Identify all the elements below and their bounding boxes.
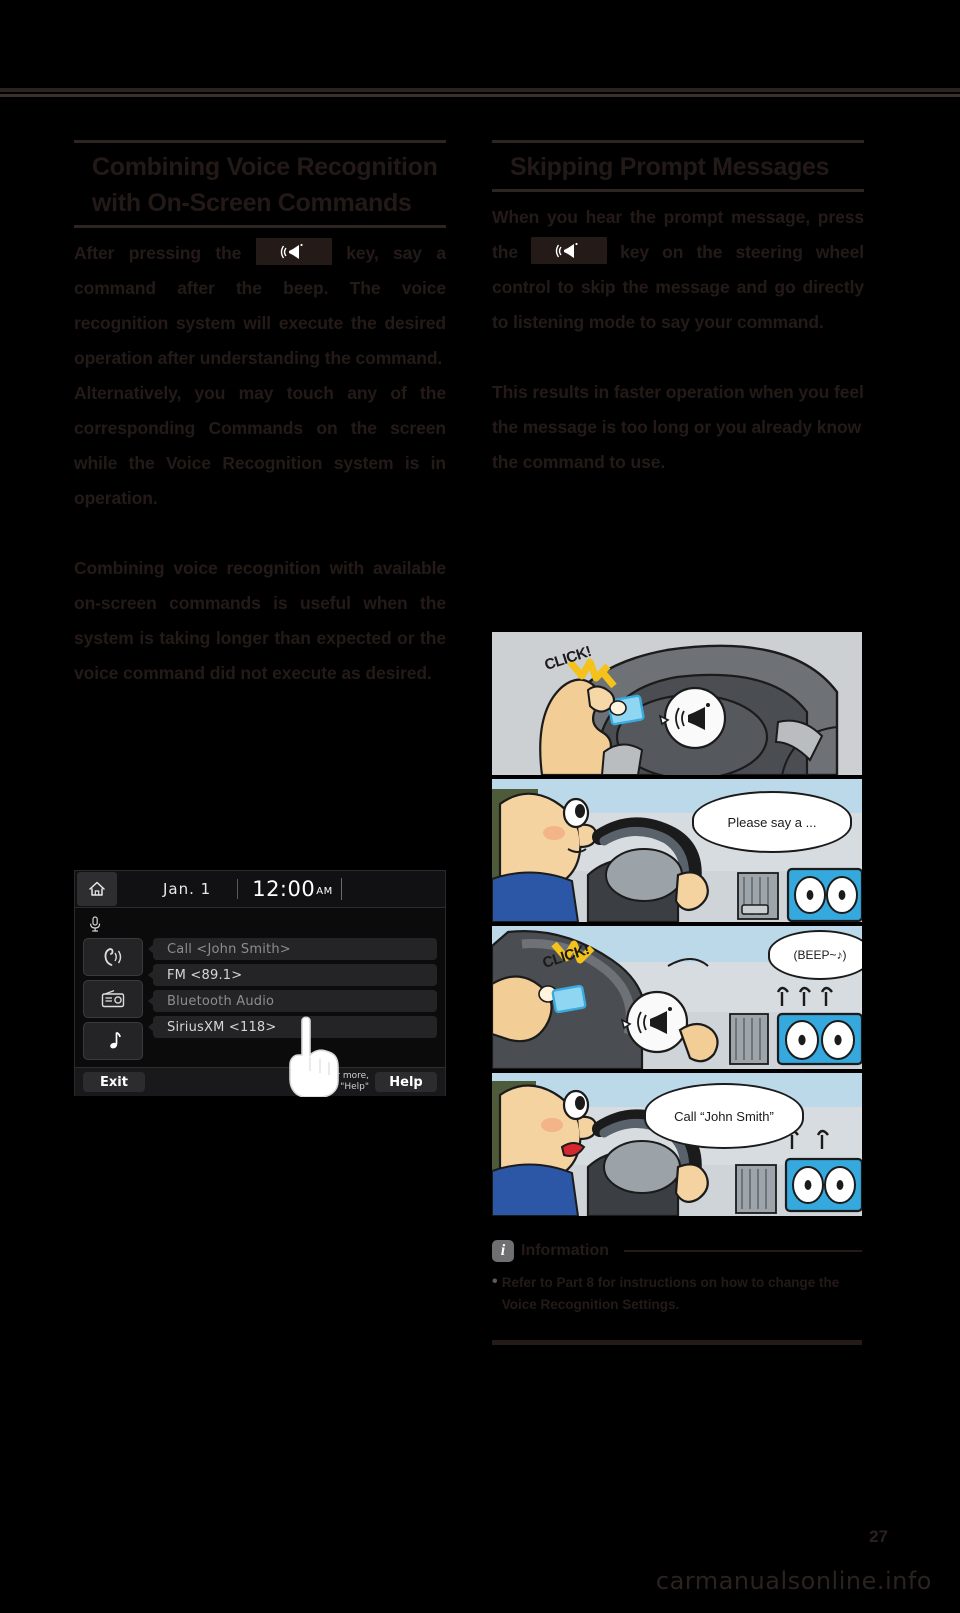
help-hint-line2: say "Help"	[321, 1082, 369, 1092]
category-phone-tile[interactable]	[83, 938, 143, 976]
right-paragraph-2: This results in faster operation when yo…	[492, 382, 864, 472]
phone-call-icon	[104, 948, 122, 966]
comic-panel-3: CLICK! (BEEP~♪)	[492, 926, 862, 1073]
info-icon: i	[492, 1240, 514, 1262]
left-p1-before: After pressing the	[74, 243, 242, 263]
right-section-title: Skipping Prompt Messages	[510, 153, 830, 181]
comic-panel-4: Call “John Smith”	[492, 1073, 862, 1216]
information-text: Refer to Part 8 for instructions on how …	[501, 1275, 840, 1312]
command-label: FM <89.1>	[167, 967, 243, 983]
radio-icon	[101, 989, 125, 1008]
right-heading-block: Skipping Prompt Messages	[492, 140, 864, 192]
help-hint-line1: For more,	[325, 1071, 369, 1081]
home-icon	[89, 881, 105, 896]
command-row-fm[interactable]: FM <89.1>	[148, 964, 437, 986]
manual-page: Combining Voice Recognition with On-Scre…	[0, 0, 960, 1613]
left-paragraph-3: Combining voice recognition with availab…	[74, 558, 446, 683]
page-rule-upper	[0, 88, 960, 92]
home-button[interactable]	[77, 872, 117, 906]
left-heading-block: Combining Voice Recognition with On-Scre…	[74, 140, 446, 228]
command-label: Bluetooth Audio	[167, 993, 275, 1009]
status-divider	[237, 879, 239, 899]
microphone-icon	[90, 916, 101, 932]
music-note-icon	[110, 1031, 121, 1049]
category-radio-tile[interactable]	[83, 980, 143, 1018]
command-label: SiriusXM <118>	[167, 1019, 277, 1035]
information-bullet: •	[492, 1273, 498, 1290]
screen-time-ampm: AM	[316, 886, 333, 897]
comic-panel-2: Please say a ...	[492, 779, 862, 926]
command-row-call[interactable]: Call <John Smith>	[148, 938, 437, 960]
comic-speech-bubble: Please say a ...	[692, 791, 852, 853]
command-grid: Call <John Smith> FM <89.1> Bluetooth Au…	[83, 938, 437, 1060]
comic-speech-bubble: Call “John Smith”	[644, 1083, 804, 1149]
help-hint-text: For more, say "Help"	[145, 1071, 375, 1093]
voice-recognition-key-icon	[531, 237, 608, 264]
category-music-tile[interactable]	[83, 1022, 143, 1060]
heading-rule-bottom	[492, 189, 864, 192]
screen-time-value: 12:00	[252, 877, 316, 901]
screen-status-bar: Jan. 1 12:00AM	[75, 871, 445, 908]
left-paragraph-2: Alternatively, you may touch any of the …	[74, 383, 446, 508]
heading-rule-bottom	[74, 225, 446, 228]
information-header: i Information	[492, 1240, 862, 1262]
panel-1-art	[492, 632, 862, 775]
comic-speech-bubble: (BEEP~♪)	[768, 930, 862, 980]
command-row-bluetooth[interactable]: Bluetooth Audio	[148, 990, 437, 1012]
command-row-siriusxm[interactable]: SiriusXM <118>	[148, 1016, 437, 1038]
screen-action-bar: Exit For more, say "Help" Help	[75, 1067, 445, 1096]
command-list: Call <John Smith> FM <89.1> Bluetooth Au…	[148, 938, 437, 1060]
screen-time: 12:00AM	[252, 877, 333, 901]
page-top-band	[0, 0, 960, 88]
information-bottom-rule	[492, 1340, 862, 1345]
help-button-label: Help	[389, 1074, 423, 1090]
information-header-rule	[624, 1250, 862, 1252]
left-section-title: Combining Voice Recognition with On-Scre…	[92, 153, 438, 217]
category-icon-column	[83, 938, 143, 1060]
command-label: Call <John Smith>	[167, 941, 291, 957]
mic-row	[83, 914, 437, 934]
information-title: Information	[521, 1242, 609, 1259]
exit-button-label: Exit	[100, 1074, 128, 1090]
screen-content: Call <John Smith> FM <89.1> Bluetooth Au…	[75, 908, 445, 1096]
information-item: • Refer to Part 8 for instructions on ho…	[492, 1272, 862, 1316]
screen-date: Jan. 1	[163, 880, 212, 898]
infotainment-screen: Jan. 1 12:00AM Call <John Smith> FM <89.…	[74, 870, 446, 1097]
comic-panel-1: CLICK!	[492, 632, 862, 779]
site-watermark: carmanualsonline.info	[655, 1567, 932, 1595]
right-column: Skipping Prompt Messages When you hear t…	[492, 140, 864, 480]
left-paragraph-1: After pressing the key, say a command af…	[74, 236, 446, 376]
page-number: 27	[869, 1527, 888, 1546]
voice-recognition-key-icon	[255, 238, 332, 265]
right-paragraph-1: When you hear the prompt message, press …	[492, 200, 864, 340]
status-caret	[340, 878, 342, 900]
left-column: Combining Voice Recognition with On-Scre…	[74, 140, 446, 691]
information-box: i Information • Refer to Part 8 for inst…	[492, 1240, 862, 1316]
exit-button[interactable]: Exit	[83, 1072, 145, 1092]
help-button[interactable]: Help	[375, 1072, 437, 1092]
comic-strip: CLICK! Please say a ... CLICK! (BEEP~♪) …	[492, 632, 862, 1216]
